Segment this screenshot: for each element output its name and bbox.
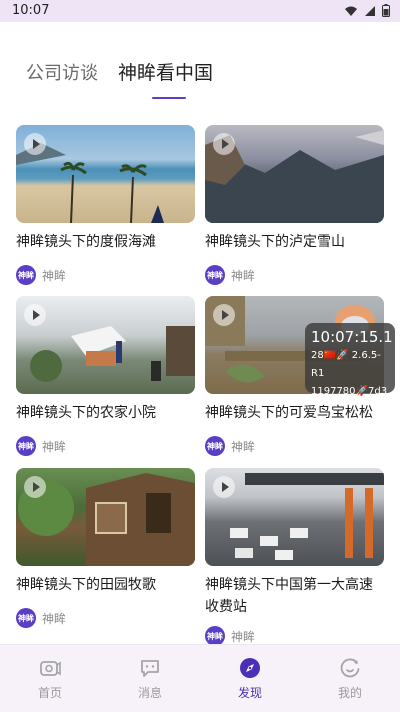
home-camera-icon [39,657,61,679]
author-name: 神眸 [42,268,67,283]
active-tab-indicator [152,97,186,99]
video-card[interactable]: 神眸镜头下的农家小院 神眸 神眸 [16,296,195,456]
avatar: 神眸 [205,265,225,285]
video-card[interactable]: 神眸镜头下的泸定雪山 神眸 神眸 [205,125,384,285]
message-icon [139,657,161,679]
author-row: 神眸 神眸 [205,626,384,646]
play-icon [24,133,46,155]
avatar: 神眸 [205,436,225,456]
debug-overlay: 10:07:15.1 28🇨🇳🚀 2.6.5-R1 1197780🚀7d3 [305,323,395,397]
nav-label: 我的 [337,686,362,700]
status-bar: 10:07 [0,0,400,22]
video-thumbnail[interactable] [16,296,195,394]
author-row: 神眸 神眸 [16,608,195,628]
video-thumbnail[interactable] [205,468,384,566]
author-name: 神眸 [42,439,67,454]
play-icon [24,476,46,498]
bottom-nav: 首页 消息 发现 我的 [0,644,400,712]
video-card[interactable]: 神眸镜头下的度假海滩 神眸 神眸 [16,125,195,285]
nav-label: 发现 [237,686,262,700]
top-tabs: 公司访谈 神眸看中国 [26,58,213,85]
author-name: 神眸 [231,439,256,454]
author-name: 神眸 [231,629,256,644]
video-card[interactable]: 神眸镜头下中国第一大高速收费站 神眸 神眸 [205,468,384,646]
play-icon [213,476,235,498]
video-thumbnail[interactable] [16,468,195,566]
nav-home[interactable]: 首页 [0,645,100,712]
nav-label: 首页 [37,686,62,700]
video-title: 神眸镜头下的度假海滩 [16,234,156,250]
play-icon [213,133,235,155]
video-card[interactable]: 神眸镜头下的田园牧歌 神眸 神眸 [16,468,195,628]
tab-company-interview[interactable]: 公司访谈 [26,59,98,85]
video-title: 神眸镜头下的田园牧歌 [16,577,156,593]
status-time: 10:07 [12,3,50,18]
video-thumbnail[interactable] [16,125,195,223]
author-row: 神眸 神眸 [205,265,384,285]
author-row: 神眸 神眸 [205,436,384,456]
play-icon [24,304,46,326]
avatar: 神眸 [16,436,36,456]
tab-china-view[interactable]: 神眸看中国 [118,58,213,85]
nav-discover[interactable]: 发现 [200,645,300,712]
signal-icon [365,5,375,16]
video-title: 神眸镜头下的泸定雪山 [205,234,345,250]
author-name: 神眸 [42,611,67,626]
author-row: 神眸 神眸 [16,436,195,456]
video-title: 神眸镜头下的农家小院 [16,405,156,421]
avatar: 神眸 [16,265,36,285]
nav-messages[interactable]: 消息 [100,645,200,712]
author-row: 神眸 神眸 [16,265,195,285]
play-icon [213,304,235,326]
profile-icon [339,657,361,679]
video-thumbnail[interactable] [205,125,384,223]
compass-icon [239,657,261,679]
status-icons [344,4,390,17]
overlay-version: 28🇨🇳🚀 2.6.5-R1 [311,350,381,379]
overlay-build: 1197780🚀7d3 [311,386,388,397]
overlay-time: 10:07:15.1 [311,328,393,346]
nav-label: 消息 [137,686,162,700]
wifi-icon [345,6,357,16]
nav-profile[interactable]: 我的 [300,645,400,712]
battery-icon [382,4,390,17]
video-title: 神眸镜头下中国第一大高速收费站 [205,577,373,615]
avatar: 神眸 [16,608,36,628]
author-name: 神眸 [231,268,256,283]
avatar: 神眸 [205,626,225,646]
video-title: 神眸镜头下的可爱鸟宝松松 [205,405,373,421]
